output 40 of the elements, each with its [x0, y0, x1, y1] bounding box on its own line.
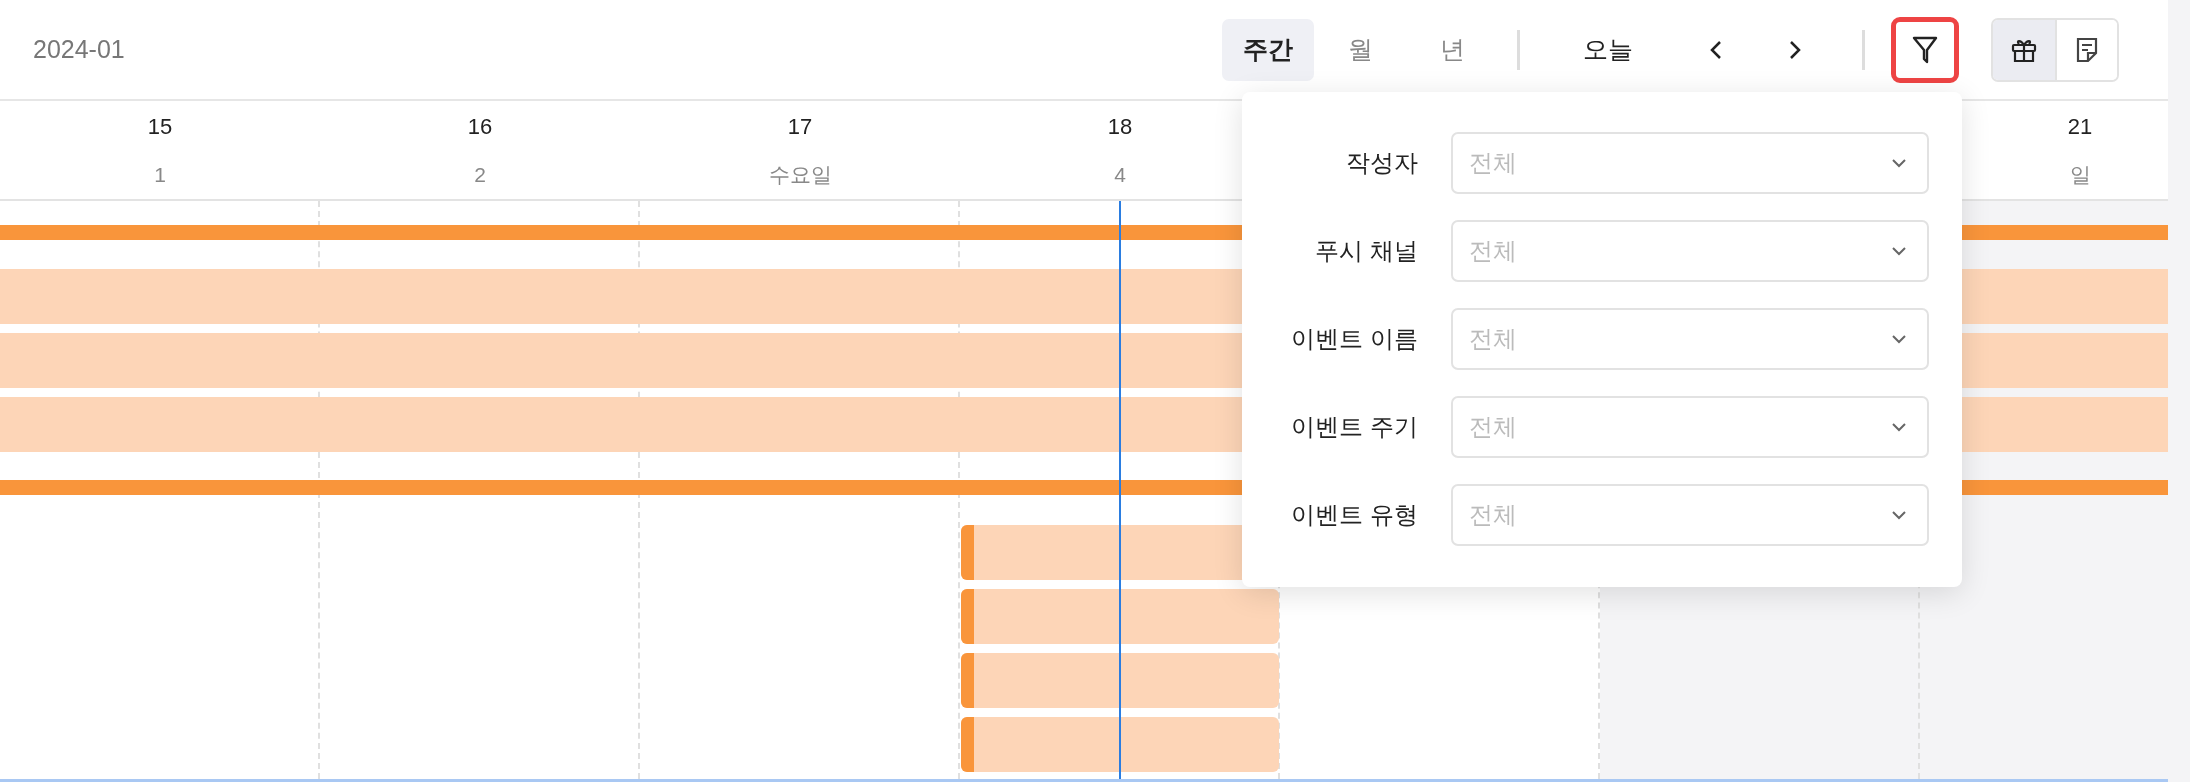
day-label: 일: [2069, 162, 2091, 188]
filter-label: 푸시 채널: [1314, 236, 1418, 266]
day-number: 15: [147, 114, 173, 140]
filter-label: 작성자: [1345, 148, 1418, 178]
chevron-left-icon: [1710, 39, 1722, 60]
day-number: 17: [787, 114, 813, 140]
display-toggle-button[interactable]: [2055, 19, 2117, 80]
chevron-right-icon: [1789, 39, 1801, 60]
filter-icon: [1912, 35, 1938, 64]
day-label: 1: [154, 162, 166, 188]
view-tab[interactable]: 월: [1314, 18, 1406, 81]
day-number: 16: [467, 114, 493, 140]
event-block[interactable]: [961, 589, 1279, 644]
period-label: 2024-01: [33, 35, 125, 64]
day-label: 2: [474, 162, 486, 188]
day-label: 4: [1114, 162, 1126, 188]
day-label: 수요일: [768, 162, 832, 188]
event-block[interactable]: [961, 653, 1279, 708]
chevron-down-icon: [1891, 510, 1907, 520]
chevron-down-icon: [1891, 246, 1907, 256]
view-tab[interactable]: 년: [1406, 18, 1498, 81]
display-toggle-button[interactable]: [1993, 19, 2055, 80]
day-number: 18: [1107, 114, 1133, 140]
note-icon: [2075, 36, 2099, 63]
day-number: 21: [2067, 114, 2093, 140]
filter-label: 이벤트 이름: [1290, 324, 1418, 354]
select-field[interactable]: 전체: [1451, 396, 1929, 458]
today-button[interactable]: 오늘: [1558, 18, 1658, 81]
select-field[interactable]: 전체: [1451, 308, 1929, 370]
event-block[interactable]: [961, 717, 1279, 772]
filter-label: 이벤트 유형: [1290, 500, 1418, 530]
select-field[interactable]: 전체: [1451, 132, 1929, 194]
chevron-down-icon: [1891, 334, 1907, 344]
filter-label: 이벤트 주기: [1290, 412, 1418, 442]
view-tab[interactable]: 주간: [1222, 18, 1314, 81]
select-field[interactable]: 전체: [1451, 220, 1929, 282]
select-field[interactable]: 전체: [1451, 484, 1929, 546]
chevron-down-icon: [1891, 158, 1907, 168]
chevron-down-icon: [1891, 422, 1907, 432]
filter-button[interactable]: [1891, 16, 1959, 83]
